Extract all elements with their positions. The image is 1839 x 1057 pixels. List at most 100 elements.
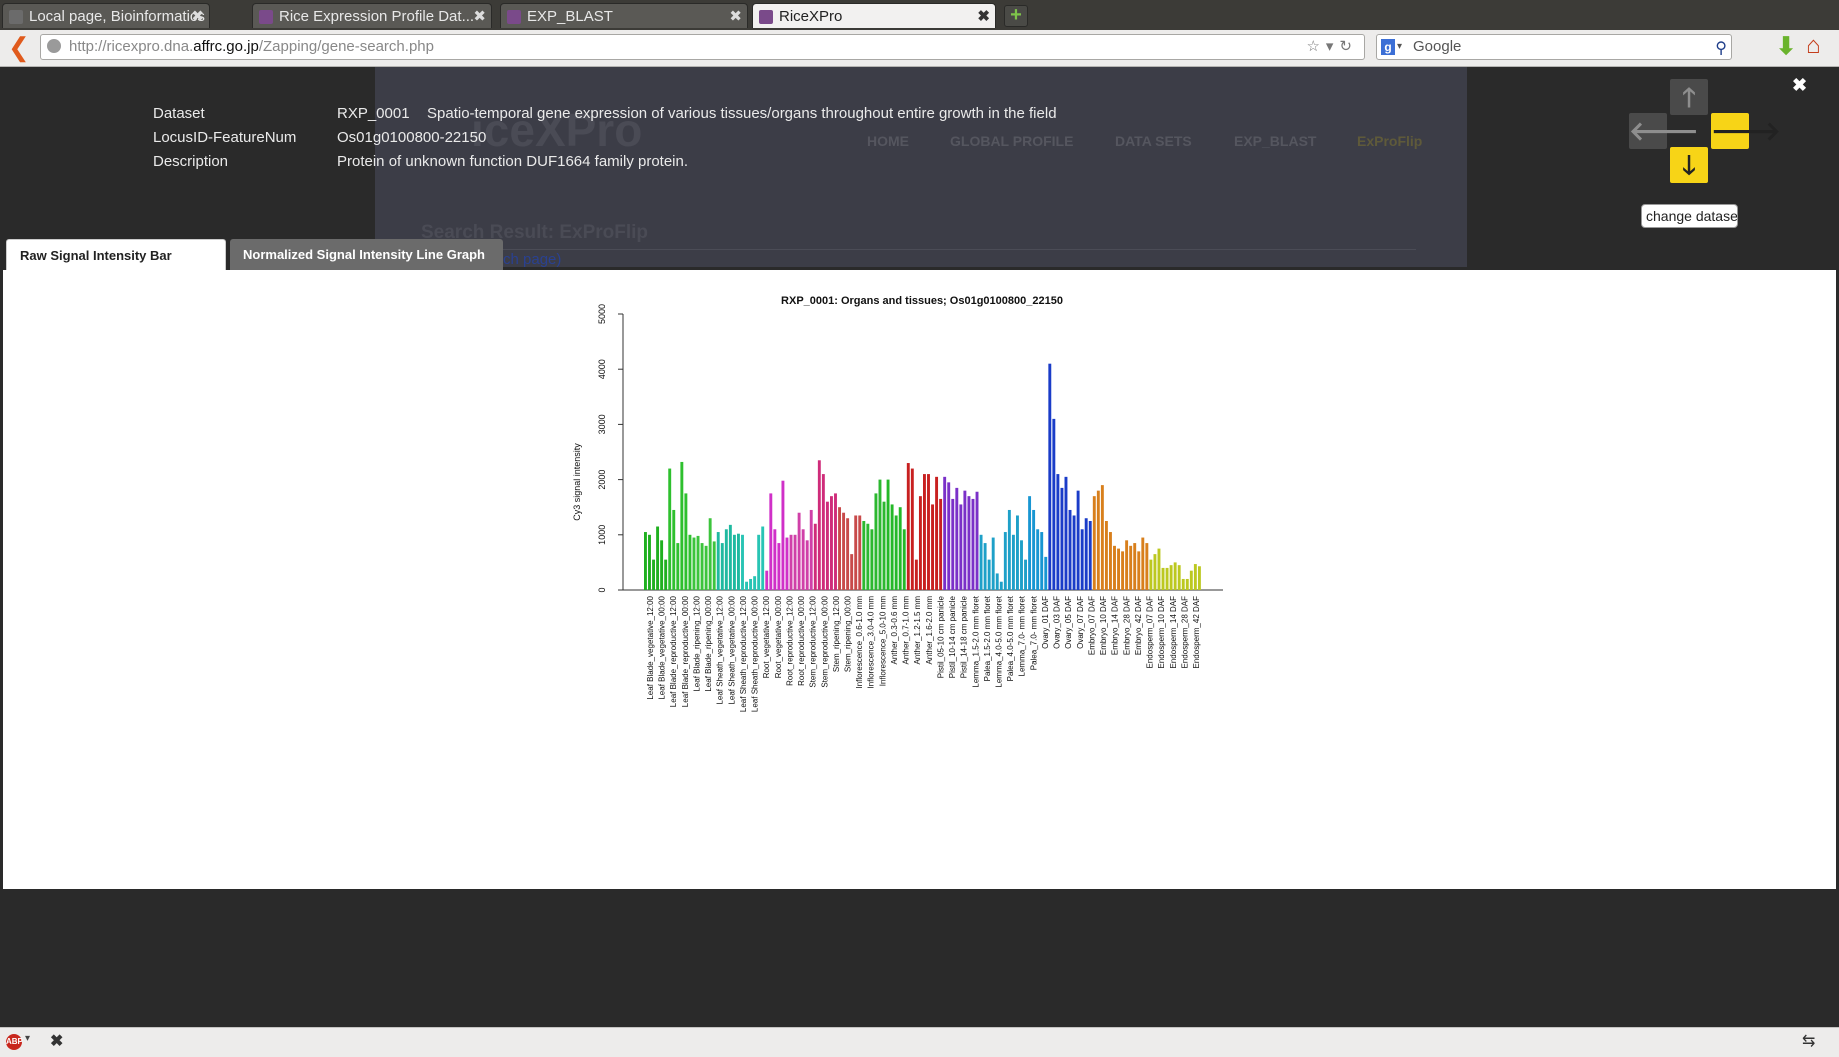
x-tick-label: Palea_1.5-2.0 mm floret	[983, 595, 992, 681]
chart-bar	[991, 537, 995, 590]
chart-bar	[1076, 490, 1080, 590]
bar-chart: RXP_0001: Organs and tissues; Os01g01008…	[572, 295, 1223, 712]
adblock-icon[interactable]: ABP	[6, 1034, 23, 1050]
search-input[interactable]: g ▾ Google ⚲	[1376, 34, 1732, 60]
new-tab-button[interactable]: +	[1004, 5, 1028, 27]
chart-bar	[821, 474, 825, 590]
chevron-down-icon[interactable]: ▾	[25, 1033, 30, 1044]
x-tick-label: Root_reproductive_00:00	[797, 595, 806, 685]
back-arrow-icon[interactable]: ❮	[8, 34, 30, 60]
url-bar[interactable]: http://ricexpro.dna.affrc.go.jp/Zapping/…	[40, 34, 1365, 60]
x-tick-label: Leaf Blade_ripening_12:00	[693, 595, 702, 691]
chart-bar	[1189, 570, 1193, 590]
x-tick-label: Endosperm_10 DAF	[1157, 596, 1166, 669]
x-tick-label: Lemma_1.5-2.0 mm floret	[971, 595, 980, 687]
search-icon[interactable]: ⚲	[1715, 37, 1727, 61]
arrow-down-icon[interactable]: 🡓	[1670, 147, 1708, 183]
x-tick-label: Ovary_05 DAF	[1064, 596, 1073, 649]
chart-bar	[902, 529, 906, 590]
change-dataset-tooltip: change dataset	[1641, 204, 1738, 228]
addon-bar-icon[interactable]: ⇆	[1802, 1031, 1815, 1051]
chart-bar	[850, 554, 854, 590]
chart-bar	[939, 498, 943, 590]
browser-tab-local-page[interactable]: Local page, Bioinformatics ... ✖	[2, 3, 210, 28]
status-bar: ABP ▾ ✖ ⇆	[0, 1027, 1839, 1057]
home-icon[interactable]: ⌂	[1806, 34, 1821, 58]
chart-bar	[668, 468, 672, 590]
chart-bar	[846, 518, 850, 590]
x-tick-label: Embryo_14 DAF	[1111, 596, 1120, 655]
nav-exp-blast[interactable]: EXP_BLAST	[1234, 133, 1316, 149]
browser-nav-bar: ❮ http://ricexpro.dna.affrc.go.jp/Zappin…	[0, 30, 1839, 67]
chart-bar	[765, 570, 769, 590]
nav-home[interactable]: HOME	[867, 133, 909, 149]
chart-bar	[696, 535, 700, 590]
x-tick-label: Palea_4.0-5.0 mm floret	[1006, 595, 1015, 681]
bookmark-star-icon[interactable]: ☆▾↻	[1306, 35, 1358, 59]
chart-bar	[652, 559, 655, 590]
chart-bar	[817, 460, 821, 590]
close-icon[interactable]: ✖	[473, 4, 486, 28]
x-tick-label: Root_vegetative_00:00	[774, 595, 783, 678]
chart-bar	[1036, 529, 1040, 590]
arrow-right-icon[interactable]: 🡒	[1711, 113, 1781, 149]
x-tick-label: Lemma_4.0-5.0 mm floret	[995, 595, 1004, 687]
browser-tab-exp-blast[interactable]: EXP_BLAST ✖	[500, 3, 748, 28]
arrow-left-icon[interactable]: 🡐	[1629, 113, 1699, 149]
chart-bar	[947, 482, 951, 590]
x-tick-label: Leaf Blade_vegetative_12:00	[646, 595, 655, 699]
y-tick-label: 1000	[597, 525, 607, 545]
chart-bar	[1003, 532, 1007, 590]
tab-raw-signal-bar-graph[interactable]: Raw Signal Intensity Bar Graph	[6, 239, 226, 295]
chart-bar	[1121, 551, 1125, 590]
chart-bar	[1109, 532, 1112, 590]
chart-bar	[741, 534, 744, 590]
browser-tab-ricexpro[interactable]: RiceXPro ✖	[752, 3, 996, 28]
chart-bar	[1141, 537, 1145, 590]
nav-global-profile[interactable]: GLOBAL PROFILE	[950, 133, 1073, 149]
chart-bar	[838, 507, 841, 590]
url-path: /Zapping/gene-search.php	[258, 38, 434, 55]
chart-bar	[1173, 562, 1177, 590]
search-page-link[interactable]: rch page)	[498, 251, 561, 268]
chart-bar	[906, 463, 910, 590]
chart-bar	[825, 501, 829, 590]
dataset-label: Dataset	[153, 105, 205, 122]
chart-bar	[1169, 565, 1173, 590]
chart-bar	[971, 498, 975, 590]
chart-bar	[854, 515, 858, 590]
nav-data-sets[interactable]: DATA SETS	[1115, 133, 1192, 149]
x-tick-label: Stem_ripening_00:00	[844, 595, 853, 672]
arrow-up-icon[interactable]: 🡑	[1670, 79, 1708, 115]
tab-title: EXP_BLAST	[527, 8, 613, 25]
close-icon[interactable]: ✖	[191, 4, 204, 28]
close-icon[interactable]: ✖	[729, 4, 742, 28]
x-tick-label: Anther_1.2-1.5 mm	[913, 596, 922, 665]
google-icon[interactable]: g	[1381, 39, 1395, 55]
chevron-down-icon[interactable]: ▾	[1397, 35, 1402, 59]
x-tick-label: Leaf Blade_reproductive_12:00	[669, 595, 678, 707]
divider	[421, 249, 1416, 250]
ricexpro-favicon	[259, 10, 273, 24]
url-host: affrc.go.jp	[193, 38, 259, 55]
download-icon[interactable]: ⬇	[1776, 35, 1796, 59]
chart-bar	[1117, 548, 1120, 590]
x-tick-label: Endosperm_42 DAF	[1192, 596, 1201, 669]
close-icon[interactable]: ✖	[1792, 75, 1807, 96]
tab-normalized-line-graph[interactable]: Normalized Signal Intensity Line Graph	[230, 239, 503, 271]
browser-tab-rice-expression[interactable]: Rice Expression Profile Dat... ✖	[252, 3, 492, 28]
chart-bar	[769, 493, 773, 590]
chart-bar	[708, 518, 712, 590]
y-tick-label: 4000	[597, 359, 607, 379]
chart-bar	[1060, 487, 1064, 590]
chart-bar	[1125, 540, 1129, 590]
x-tick-label: Embryo_28 DAF	[1122, 596, 1131, 655]
x-tick-label: Ovary_07 DAF	[1076, 596, 1085, 649]
chart-bar	[830, 496, 833, 590]
nav-exproflip[interactable]: ExProFlip	[1357, 133, 1422, 149]
chart-bar	[1056, 474, 1060, 590]
chart-bar	[1044, 556, 1048, 590]
chart-bar	[801, 529, 805, 590]
close-icon[interactable]: ✖	[50, 1031, 63, 1051]
close-icon[interactable]: ✖	[977, 4, 990, 28]
